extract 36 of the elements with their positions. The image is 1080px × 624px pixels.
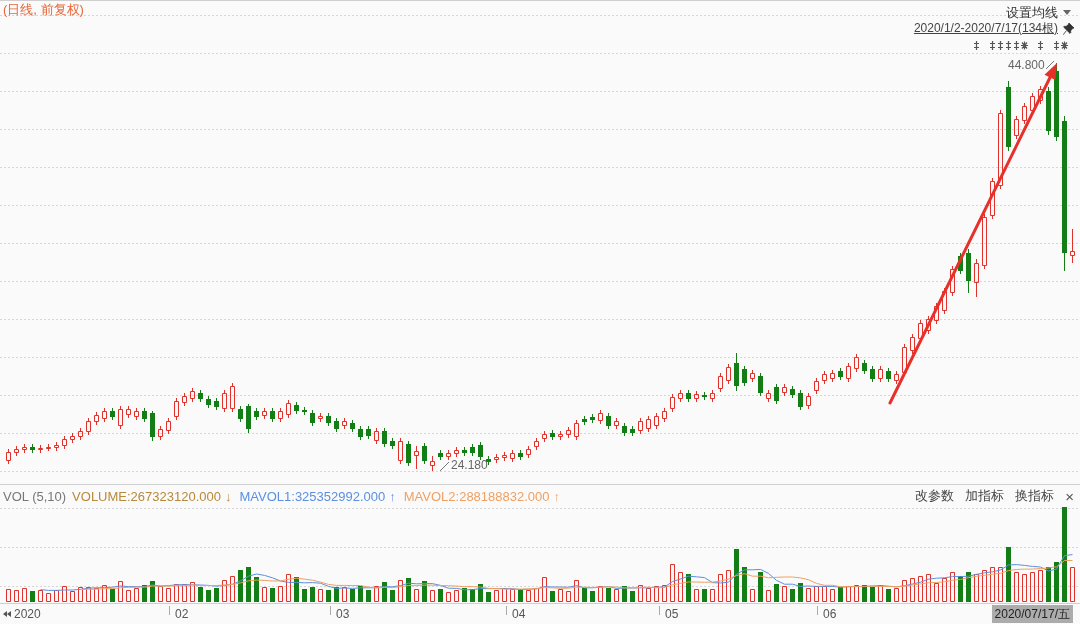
change-arrow: ↓ [225,488,232,504]
event-marker-icon[interactable] [1005,40,1012,51]
change-arrow: ↑ [553,488,561,504]
cursor-date-label: 2020/07/17/五 [991,605,1073,623]
indicator-reading: VOLUME:267323120.000 [72,488,221,504]
axis-label: 02 [175,607,189,621]
indicator-name: VOL (5,10) [3,488,67,504]
event-marker-icon[interactable] [1020,40,1029,51]
date-range-link[interactable]: 2020/1/2-2020/7/17(134根) [913,21,1058,36]
event-marker-icon[interactable] [1013,40,1020,51]
change-arrow: ↑ [389,488,396,504]
event-marker-icon[interactable] [997,40,1004,51]
event-marker-icon[interactable] [1037,40,1044,51]
close-button[interactable]: × [1065,487,1074,505]
event-marker-icon[interactable] [1060,40,1069,51]
ma-settings-link[interactable]: 设置均线 [1006,4,1058,21]
event-marker-icon[interactable] [989,40,996,51]
leader-line [439,461,450,472]
high-price-label: 44.800 [1008,58,1045,72]
indicator-reading: MAVOL2:288188832.000 [403,488,550,504]
chart-title: (日线, 前复权) [3,2,84,18]
axis-label: 05 [665,607,679,621]
indicator-action-link[interactable]: 加指标 [965,487,1005,505]
indicator-reading: MAVOL1:325352992.000 [239,488,386,504]
low-price-label: 24.180 [451,458,488,472]
axis-label: 03 [336,607,350,621]
indicator-action-link[interactable]: 换指标 [1015,487,1055,505]
indicator-action-link[interactable]: 改参数 [915,487,955,505]
axis-label: 2020 [14,607,41,621]
axis-label: 04 [512,607,526,621]
event-marker-icon[interactable] [973,40,980,51]
axis-label: 06 [823,607,837,621]
event-marker-icon[interactable] [1053,40,1060,51]
pin-icon[interactable] [1063,22,1074,35]
double-left-arrow-icon[interactable] [3,611,11,617]
caret-icon[interactable] [1063,10,1071,15]
